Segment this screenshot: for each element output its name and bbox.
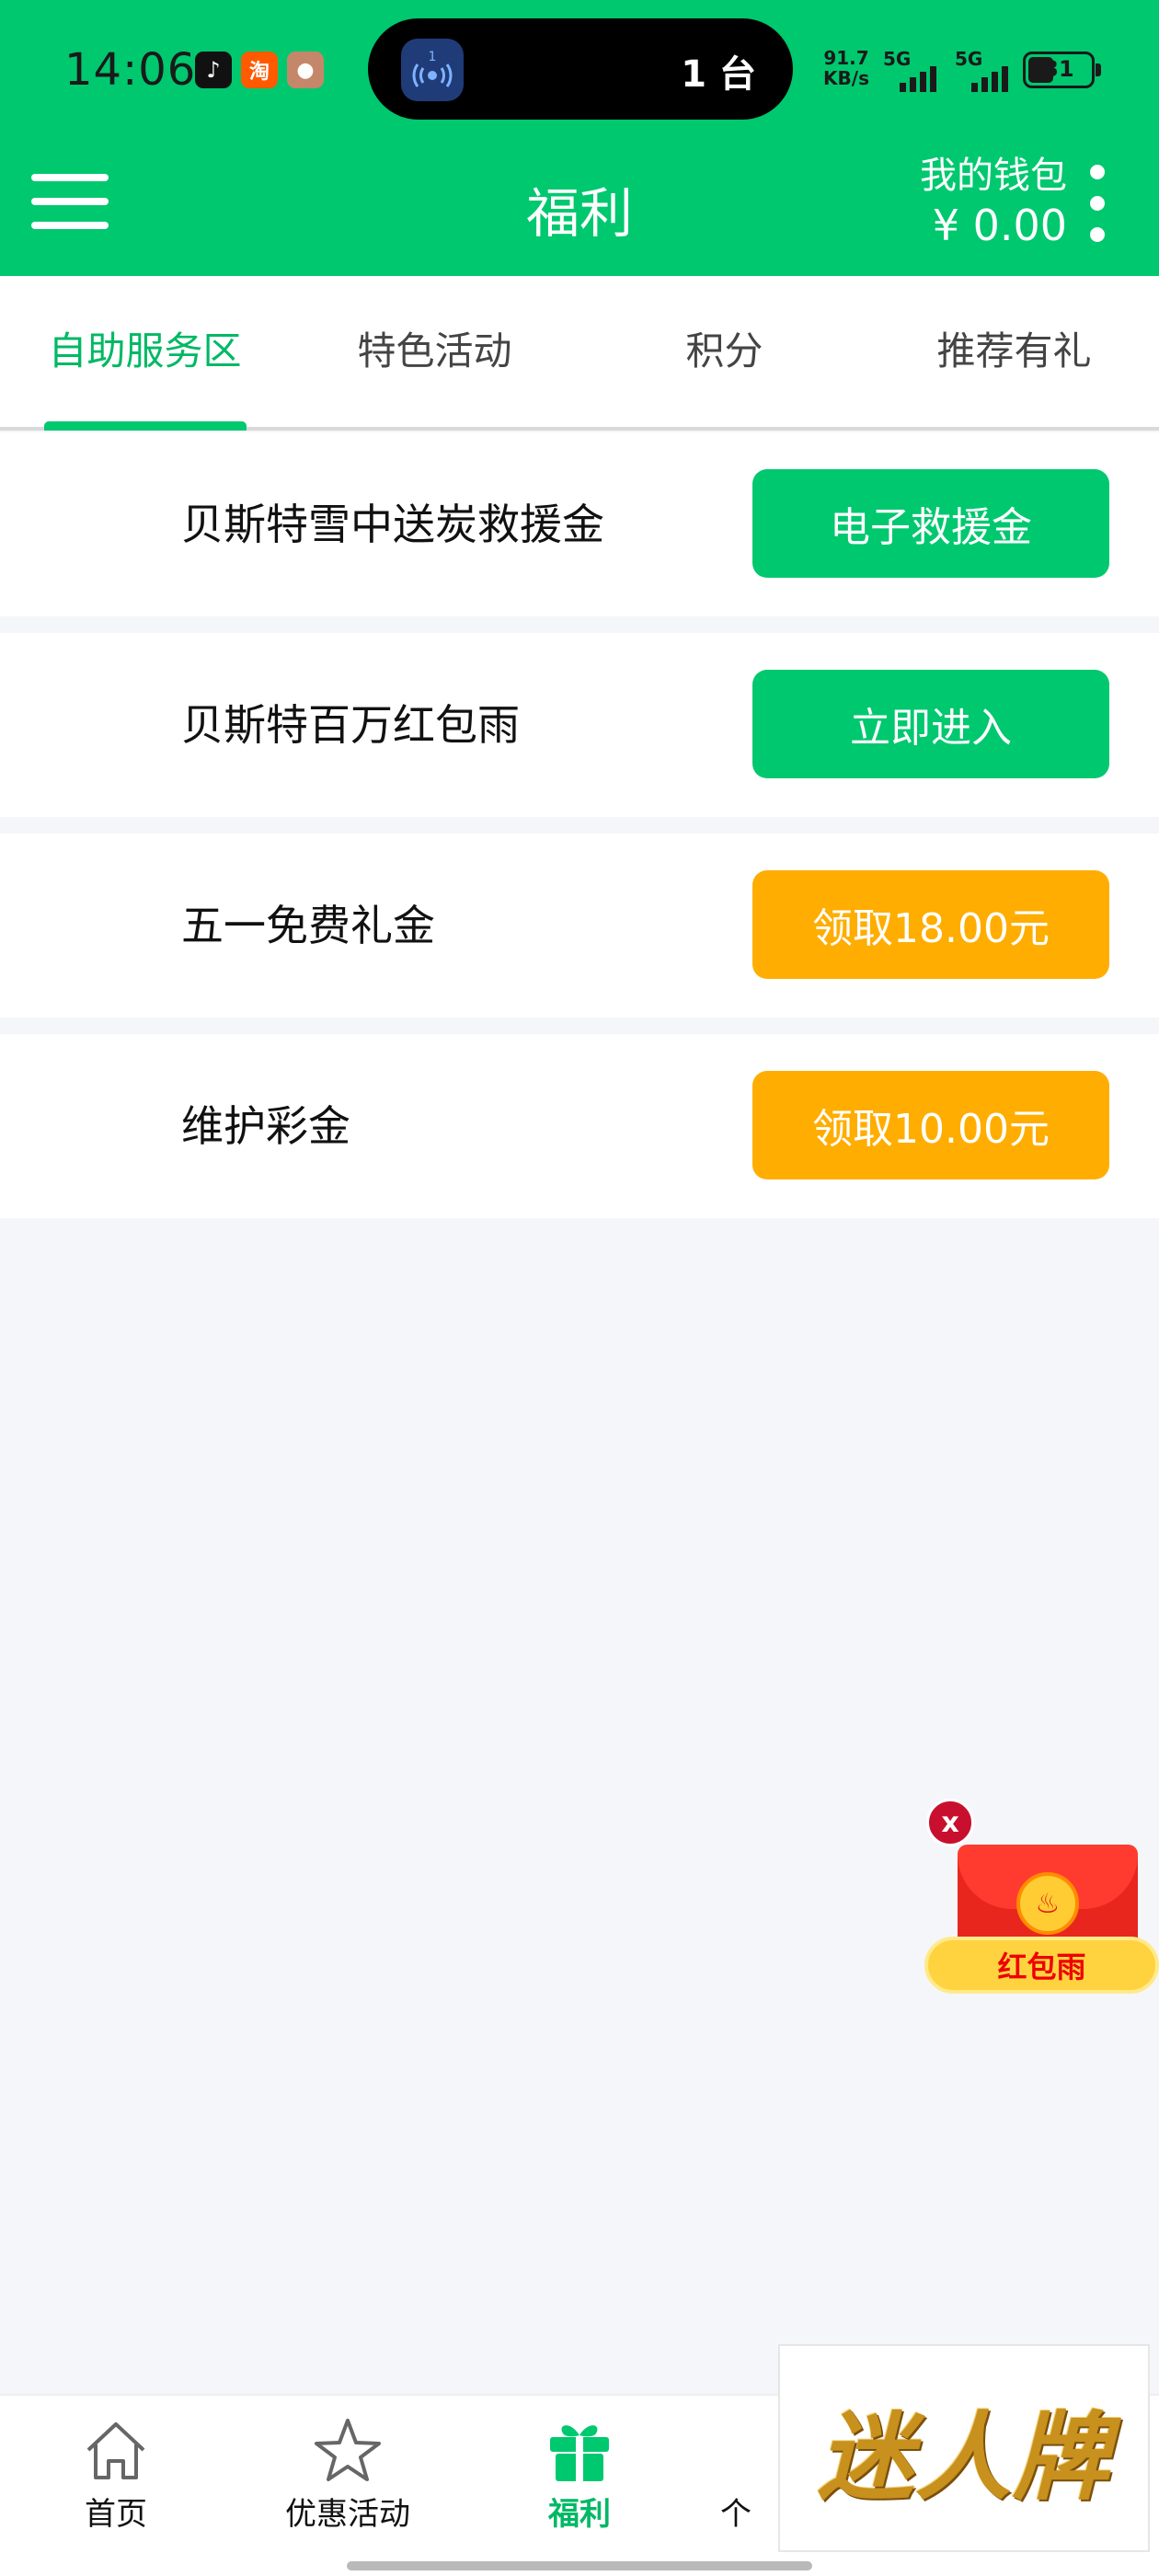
list-item-title: 维护彩金 (181, 1101, 350, 1151)
app-header: 福利 我的钱包 ¥ 0.00 (0, 143, 1159, 276)
home-indicator[interactable] (347, 2561, 812, 2570)
coin-icon: ♨ (1016, 1872, 1079, 1935)
brand-logo-text: 迷人牌 (817, 2399, 1110, 2513)
tab-label: 特色活动 (357, 328, 512, 374)
list-item-title: 五一免费礼金 (181, 901, 435, 950)
list-item-title: 贝斯特百万红包雨 (181, 700, 520, 750)
home-icon (86, 2422, 145, 2479)
status-bar: 14:06 ♪ 淘 ● 1 1 台 91.7 KB/s 5G 5G 31 (0, 0, 1159, 143)
tiktok-icon: ♪ (195, 52, 232, 88)
red-packet-widget[interactable]: ♨ x 红包雨 (924, 1799, 1159, 2001)
nav-personal[interactable]: 个 (681, 2396, 791, 2552)
tab-label: 推荐有礼 (936, 328, 1092, 374)
island-device-count: 1 台 (681, 53, 756, 96)
nav-label: 首页 (85, 2496, 147, 2533)
network-speed: 91.7 KB/s (819, 48, 874, 88)
active-tab-indicator (43, 421, 247, 431)
rescue-fund-button[interactable]: 电子救援金 (752, 469, 1109, 578)
nav-label: 个 (720, 2496, 752, 2533)
nav-welfare[interactable]: 福利 (478, 2396, 681, 2552)
star-icon (315, 2419, 381, 2481)
claim-bonus-button[interactable]: 领取10.00元 (752, 1071, 1109, 1179)
tab-featured-events[interactable]: 特色活动 (290, 276, 580, 427)
status-app-icons: ♪ 淘 ● (195, 52, 324, 88)
more-options-icon[interactable] (1084, 165, 1111, 242)
battery-icon: 31 (1023, 52, 1101, 88)
nav-label: 优惠活动 (285, 2496, 410, 2533)
tab-label: 自助服务区 (48, 328, 242, 374)
svg-text:1: 1 (429, 50, 437, 64)
person-icon (699, 2415, 773, 2485)
brand-watermark: 迷人牌 (778, 2344, 1150, 2552)
pet-app-icon: ● (287, 52, 324, 88)
wallet-summary[interactable]: 我的钱包 ¥ 0.00 (920, 152, 1067, 251)
tab-label: 积分 (685, 328, 763, 374)
claim-bonus-button[interactable]: 领取18.00元 (752, 870, 1109, 979)
list-item: 维护彩金 领取10.00元 (0, 1034, 1159, 1218)
tab-points[interactable]: 积分 (580, 276, 869, 427)
list-item: 贝斯特雪中送炭救援金 电子救援金 (0, 432, 1159, 616)
dynamic-island[interactable]: 1 1 台 (368, 18, 793, 120)
nav-promotions[interactable]: 优惠活动 (247, 2396, 449, 2552)
net-speed-unit: KB/s (823, 67, 869, 89)
list-item: 贝斯特百万红包雨 立即进入 (0, 633, 1159, 817)
broadcast-icon: 1 (401, 39, 464, 101)
signal-icon: 5G (955, 48, 1028, 92)
status-time: 14:06 (64, 44, 197, 96)
gift-icon (550, 2425, 609, 2481)
close-icon[interactable]: x (926, 1799, 974, 1846)
nav-label: 福利 (548, 2496, 611, 2533)
red-packet-label[interactable]: 红包雨 (924, 1937, 1159, 1994)
wallet-amount: ¥ 0.00 (932, 201, 1067, 250)
tab-self-service[interactable]: 自助服务区 (0, 276, 290, 431)
enter-now-button[interactable]: 立即进入 (752, 670, 1109, 778)
list-item-title: 贝斯特雪中送炭救援金 (181, 500, 604, 549)
wallet-label: 我的钱包 (920, 155, 1067, 197)
tab-referral[interactable]: 推荐有礼 (869, 276, 1159, 427)
nav-home[interactable]: 首页 (15, 2396, 217, 2552)
list-item: 五一免费礼金 领取18.00元 (0, 834, 1159, 1018)
tab-bar: 自助服务区 特色活动 积分 推荐有礼 (0, 276, 1159, 431)
taobao-icon: 淘 (241, 52, 278, 88)
net-speed-value: 91.7 (823, 47, 869, 69)
battery-level: 31 (1043, 56, 1074, 82)
signal-icon: 5G (883, 48, 957, 92)
